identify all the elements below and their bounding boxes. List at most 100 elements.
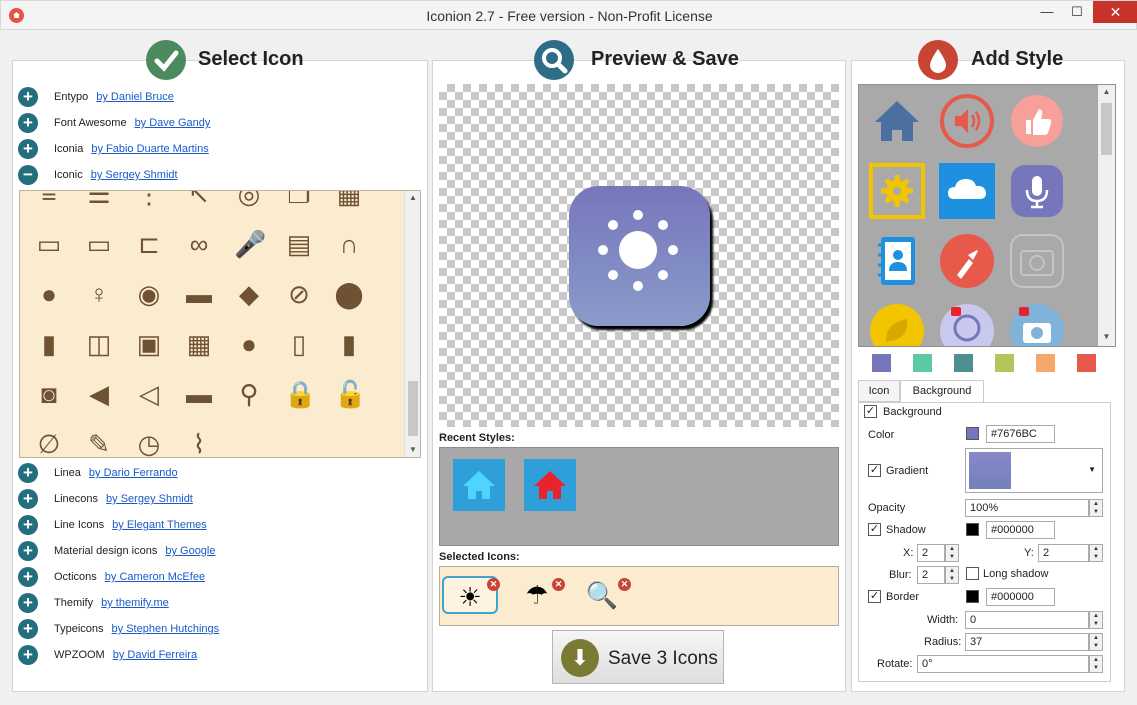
style-gallery-scrollbar[interactable]: ▲ ▼ — [1098, 85, 1115, 346]
box-icon[interactable]: ▣ — [134, 329, 164, 359]
open-book-icon[interactable]: ◫ — [84, 329, 114, 359]
color-swatch[interactable] — [966, 427, 979, 440]
color-swatch-1[interactable] — [872, 354, 891, 372]
battery-empty-icon[interactable]: ▭ — [84, 229, 114, 259]
clapperboard-icon[interactable]: ▤ — [284, 229, 314, 259]
library-author-link[interactable]: by themify.me — [101, 597, 169, 609]
style-contacts-icon[interactable] — [869, 233, 925, 289]
expand-icon[interactable]: + — [18, 87, 38, 107]
library-row[interactable]: + Line Icons by Elegant Themes — [18, 514, 207, 536]
tag-icon[interactable]: ◆ — [234, 279, 264, 309]
headphones-icon[interactable]: ∩ — [334, 229, 364, 259]
border-width-spinner[interactable]: ▲ ▼ — [1089, 611, 1103, 629]
style-flashlight-icon[interactable] — [939, 233, 995, 289]
paperclip-link-icon[interactable]: ∅ — [34, 429, 64, 457]
wrench-icon[interactable]: ✎ — [84, 429, 114, 457]
style-microphone-icon[interactable] — [1009, 163, 1065, 219]
minimize-button[interactable]: — — [1032, 1, 1062, 23]
blur-spinner[interactable]: ▲ ▼ — [945, 566, 959, 584]
color-swatch-4[interactable] — [995, 354, 1014, 372]
library-row[interactable]: + Typeicons by Stephen Hutchings — [18, 618, 219, 640]
library-author-link[interactable]: by Daniel Bruce — [96, 91, 174, 103]
library-row[interactable]: + Entypo by Daniel Bruce — [18, 86, 174, 108]
expand-icon[interactable]: + — [18, 139, 38, 159]
save-icons-button[interactable]: ⬇ Save 3 Icons — [552, 630, 724, 684]
style-lightbulb-icon[interactable] — [939, 303, 995, 346]
phone-icon[interactable]: ▯ — [284, 329, 314, 359]
library-author-link[interactable]: by David Ferreira — [113, 649, 197, 661]
volume-high-icon[interactable]: ◁ — [134, 379, 164, 409]
library-author-link[interactable]: by Cameron McEfee — [105, 571, 205, 583]
library-author-link[interactable]: by Dave Gandy — [135, 117, 211, 129]
library-author-link[interactable]: by Sergey Shmidt — [91, 169, 178, 181]
tab-background[interactable]: Background — [900, 380, 984, 403]
style-thumbs-up-icon[interactable] — [1009, 93, 1065, 149]
border-width-field[interactable]: 0 — [965, 611, 1089, 629]
battery-low-icon[interactable]: ▭ — [34, 229, 64, 259]
remove-search-icon[interactable]: ✕ — [618, 578, 631, 591]
scroll-down-arrow[interactable]: ▼ — [405, 445, 420, 454]
long-shadow-checkbox[interactable] — [966, 567, 979, 580]
library-row[interactable]: + Linecons by Sergey Shmidt — [18, 488, 193, 510]
shadow-y-spinner[interactable]: ▲ ▼ — [1089, 544, 1103, 562]
arrow-up-left-icon[interactable]: ↖ — [184, 191, 214, 209]
gallery-scroll-down[interactable]: ▼ — [1098, 332, 1115, 341]
library-author-link[interactable]: by Dario Ferrando — [89, 467, 178, 479]
style-home-icon[interactable] — [869, 93, 925, 149]
remove-sun-icon[interactable]: ✕ — [487, 578, 500, 591]
radius-spinner[interactable]: ▲ ▼ — [1089, 633, 1103, 651]
book-icon[interactable]: ▮ — [34, 329, 64, 359]
list-nested-icon[interactable]: ⋮ — [134, 191, 164, 209]
style-camera-icon[interactable] — [1009, 233, 1065, 289]
library-author-link[interactable]: by Google — [165, 545, 215, 557]
color-swatch-6[interactable] — [1077, 354, 1096, 372]
style-cloud-icon[interactable] — [939, 163, 995, 219]
border-checkbox[interactable]: ✓ — [868, 590, 881, 603]
background-checkbox[interactable]: ✓ — [864, 405, 877, 418]
library-row[interactable]: + Linea by Dario Ferrando — [18, 462, 178, 484]
camera-icon[interactable]: ◙ — [34, 379, 64, 409]
library-author-link[interactable]: by Sergey Shmidt — [106, 493, 193, 505]
gradient-checkbox[interactable]: ✓ — [868, 464, 881, 477]
recent-style-home-red[interactable] — [524, 459, 576, 511]
style-speaker-icon[interactable] — [939, 93, 995, 149]
recent-style-home-cyan[interactable] — [453, 459, 505, 511]
border-color-field[interactable]: #000000 — [986, 588, 1055, 606]
opacity-field[interactable]: 100% — [965, 499, 1089, 517]
shadow-x-field[interactable]: 2 — [917, 544, 945, 562]
library-row[interactable]: + Octicons by Cameron McEfee — [18, 566, 205, 588]
target-icon[interactable]: ◎ — [234, 191, 264, 209]
library-author-link[interactable]: by Stephen Hutchings — [112, 623, 220, 635]
shadow-x-spinner[interactable]: ▲ ▼ — [945, 544, 959, 562]
maximize-button[interactable]: ☐ — [1062, 1, 1092, 23]
library-row[interactable]: + WPZOOM by David Ferreira — [18, 644, 197, 666]
color-swatch-5[interactable] — [1036, 354, 1055, 372]
battery-full-icon[interactable]: ▬ — [184, 379, 214, 409]
gallery-scroll-thumb[interactable] — [1101, 103, 1112, 155]
disc-icon[interactable]: ◉ — [134, 279, 164, 309]
calendar-icon[interactable]: ▦ — [184, 329, 214, 359]
color-swatch-2[interactable] — [913, 354, 932, 372]
scroll-up-arrow[interactable]: ▲ — [405, 193, 420, 202]
tab-icon[interactable]: Icon — [858, 380, 900, 402]
lock-open-icon[interactable]: 🔓 — [334, 379, 366, 409]
library-row[interactable]: − Iconic by Sergey Shmidt — [18, 164, 178, 186]
expand-icon[interactable]: + — [18, 619, 38, 639]
expand-icon[interactable]: + — [18, 593, 38, 613]
pin-link-icon[interactable]: ⊘ — [284, 279, 314, 309]
expand-icon[interactable]: + — [18, 463, 38, 483]
library-row[interactable]: + Material design icons by Google — [18, 540, 216, 562]
opacity-spinner[interactable]: ▲ ▼ — [1089, 499, 1103, 517]
style-camera-locked-icon[interactable] — [1009, 303, 1065, 346]
volume-low-icon[interactable]: ◀ — [84, 379, 114, 409]
trash-icon[interactable]: ▦ — [334, 191, 364, 209]
speech-bubble-icon[interactable]: ● — [234, 329, 264, 359]
remove-umbrella-icon[interactable]: ✕ — [552, 578, 565, 591]
close-button[interactable]: ✕ — [1093, 1, 1137, 23]
align-left-icon[interactable]: ≡ — [34, 191, 64, 209]
plug-icon[interactable]: ⊏ — [134, 229, 164, 259]
library-row[interactable]: + Font Awesome by Dave Gandy — [18, 112, 210, 134]
library-row[interactable]: + Themify by themify.me — [18, 592, 169, 614]
magnifier-icon[interactable]: ⚲ — [234, 379, 264, 409]
shadow-color-field[interactable]: #000000 — [986, 521, 1055, 539]
